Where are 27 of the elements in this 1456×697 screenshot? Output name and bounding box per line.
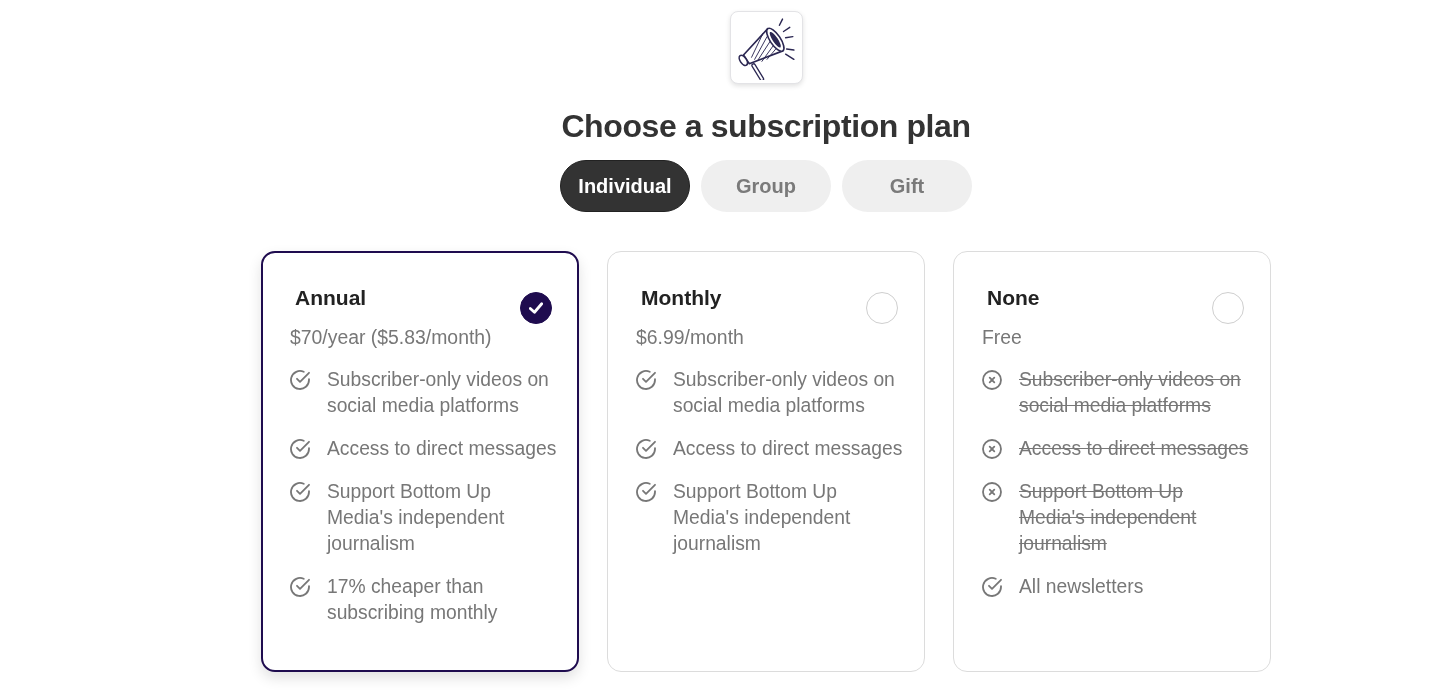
feature-text: Support Bottom Up Media's independent journalism xyxy=(327,480,506,556)
feature-text: 17% cheaper than subscribing monthly xyxy=(327,575,499,625)
plan-card[interactable]: Annual $70/year ($5.83/month) Subscriber-only videos on social media platforms Access to direct messages Support Bottom Up Media's independent journalism 17% cheaper than subscribing monthly xyxy=(261,251,579,672)
megaphone-icon xyxy=(729,11,803,84)
plan-type-tab[interactable]: Gift xyxy=(842,160,972,212)
plan-name: Annual xyxy=(295,286,367,310)
feature-text: Subscriber-only videos on social media platforms xyxy=(673,368,896,418)
feature-text: Subscriber-only videos on social media platforms xyxy=(1019,368,1242,418)
plan-price: $6.99/month xyxy=(636,325,744,349)
feature-text: Support Bottom Up Media's independent journalism xyxy=(1019,480,1198,556)
check-icon xyxy=(529,302,543,314)
radio-button[interactable] xyxy=(520,292,552,324)
feature-text: Access to direct messages xyxy=(673,437,904,461)
plan-type-tab[interactable]: Group xyxy=(701,160,831,212)
plan-name: Monthly xyxy=(641,286,722,310)
plan-card[interactable]: Monthly $6.99/month Subscriber-only videos on social media platforms Access to direct messages Support Bottom Up Media's independent journalism xyxy=(607,251,925,672)
feature-text: Access to direct messages xyxy=(1019,437,1250,461)
feature-text: Access to direct messages xyxy=(327,437,558,461)
feature-text: Support Bottom Up Media's independent journalism xyxy=(673,480,852,556)
feature-text: Subscriber-only videos on social media platforms xyxy=(327,368,550,418)
plan-price: $70/year ($5.83/month) xyxy=(290,325,492,349)
page-title: Choose a subscription plan xyxy=(561,107,971,145)
feature-text: All newsletters xyxy=(1019,575,1145,599)
plan-card[interactable]: None Free Subscriber-only videos on social media platforms Access to direct messages Support Bottom Up Media's independent journalism All newsletters xyxy=(953,251,1271,672)
plan-type-tab[interactable]: Individual xyxy=(560,160,690,212)
plan-price: Free xyxy=(982,325,1022,349)
plan-name: None xyxy=(987,286,1040,310)
